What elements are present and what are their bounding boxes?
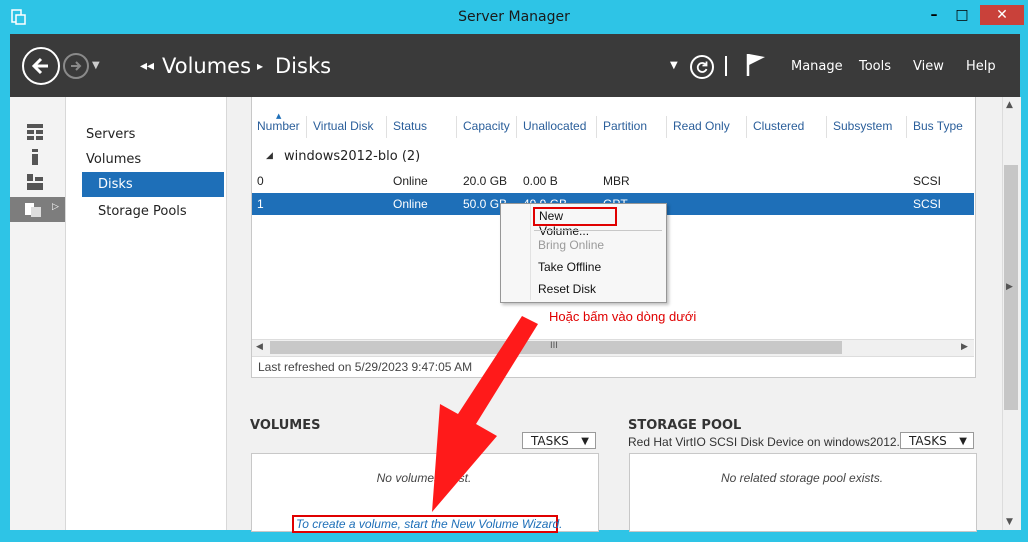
col-separator: [666, 116, 667, 138]
close-button[interactable]: ✕: [980, 5, 1024, 25]
refresh-button[interactable]: [690, 55, 714, 79]
cell-unallocated: 0.00 B: [523, 174, 558, 188]
storage-pool-title: STORAGE POOL: [628, 418, 742, 433]
menu-view[interactable]: View: [913, 59, 944, 74]
storage-pool-subtitle: Red Hat VirtIO SCSI Disk Device on windo…: [628, 435, 907, 449]
volumes-title: VOLUMES: [250, 418, 321, 433]
menu-item-take-offline[interactable]: Take Offline: [538, 260, 601, 274]
cell-number: 1: [257, 197, 264, 211]
forward-button[interactable]: [63, 53, 89, 79]
annotation-text: Hoặc bấm vào dòng dưới: [549, 309, 697, 324]
col-partition[interactable]: Partition: [603, 119, 647, 133]
col-read-only[interactable]: Read Only: [673, 119, 730, 133]
col-separator: [826, 116, 827, 138]
dashboard-icon[interactable]: [26, 123, 44, 141]
scroll-left-icon[interactable]: ◀: [256, 342, 263, 352]
cell-partition: MBR: [603, 174, 630, 188]
menu-divider: [534, 230, 662, 231]
expand-chevron-icon[interactable]: ▷: [52, 202, 59, 212]
back-button[interactable]: [22, 47, 60, 85]
col-separator: [386, 116, 387, 138]
notifications-flag-icon[interactable]: [746, 52, 768, 78]
scroll-right-icon[interactable]: ▶: [1006, 282, 1013, 292]
menu-item-bring-online[interactable]: Bring Online: [538, 238, 604, 252]
new-volume-wizard-link[interactable]: To create a volume, start the New Volume…: [292, 515, 562, 533]
col-number[interactable]: Number: [257, 119, 300, 133]
col-capacity[interactable]: Capacity: [463, 119, 510, 133]
col-separator: [516, 116, 517, 138]
all-servers-icon[interactable]: [26, 173, 44, 191]
nav-volumes[interactable]: Volumes: [82, 147, 224, 172]
volumes-empty-text: No volumes exist.: [376, 471, 472, 485]
nav-servers[interactable]: Servers: [82, 122, 224, 147]
arrow-right-icon: [71, 61, 82, 71]
last-refreshed-text: Last refreshed on 5/29/2023 9:47:05 AM: [258, 360, 473, 374]
col-status[interactable]: Status: [393, 119, 427, 133]
scroll-down-icon[interactable]: ▼: [1006, 517, 1013, 527]
storage-pool-tasks-button[interactable]: TASKS ▼: [900, 432, 974, 449]
cell-number: 0: [257, 174, 264, 188]
tasks-label: TASKS: [531, 434, 569, 448]
col-virtual-disk[interactable]: Virtual Disk: [313, 119, 373, 133]
menu-tools[interactable]: Tools: [859, 59, 891, 74]
col-clustered[interactable]: Clustered: [753, 119, 804, 133]
col-separator: [306, 116, 307, 138]
col-separator: [596, 116, 597, 138]
chevron-down-icon: ▼: [959, 436, 967, 447]
arrow-left-icon: [31, 57, 48, 75]
disk-group-label[interactable]: windows2012-blo (2): [284, 149, 420, 164]
menu-manage[interactable]: Manage: [791, 59, 843, 74]
cell-capacity: 20.0 GB: [463, 174, 508, 188]
col-subsystem[interactable]: Subsystem: [833, 119, 892, 133]
menu-help[interactable]: Help: [966, 59, 996, 74]
volumes-tasks-button[interactable]: TASKS ▼: [522, 432, 596, 449]
cell-status: Online: [393, 174, 428, 188]
breadcrumb-root-arrow[interactable]: ◂◂: [140, 58, 154, 74]
local-server-icon[interactable]: [26, 148, 44, 166]
col-separator: [746, 116, 747, 138]
cell-bus-type: SCSI: [913, 197, 942, 211]
refresh-icon: [696, 61, 708, 73]
table-row[interactable]: 0 Online 20.0 GB 0.00 B MBR SCSI: [252, 170, 974, 192]
minimize-button[interactable]: –: [920, 5, 948, 25]
cell-bus-type: SCSI: [913, 174, 942, 188]
header-dropdown-icon[interactable]: ▼: [670, 60, 678, 71]
breadcrumb-volumes[interactable]: Volumes: [162, 54, 251, 78]
col-unallocated[interactable]: Unallocated: [523, 119, 586, 133]
scroll-grip: III: [550, 341, 558, 351]
cell-status: Online: [393, 197, 428, 211]
group-collapse-icon[interactable]: ◢: [266, 151, 273, 161]
maximize-button[interactable]: □: [948, 5, 976, 25]
scroll-up-icon[interactable]: ▲: [1006, 100, 1013, 110]
menu-item-reset-disk[interactable]: Reset Disk: [538, 282, 596, 296]
col-separator: [456, 116, 457, 138]
col-bus-type[interactable]: Bus Type: [913, 119, 963, 133]
storage-pool-empty-text: No related storage pool exists.: [720, 471, 884, 485]
breadcrumb-separator: ▸: [257, 59, 264, 73]
chevron-down-icon: ▼: [581, 436, 589, 447]
history-dropdown-icon[interactable]: ▼: [92, 60, 100, 71]
nav-disks[interactable]: Disks: [82, 172, 224, 197]
menu-gutter: [530, 204, 531, 300]
nav-storage-pools[interactable]: Storage Pools: [94, 199, 236, 224]
col-separator: [906, 116, 907, 138]
header-divider: [725, 56, 727, 76]
file-storage-icon: [25, 203, 41, 217]
menu-item-new-volume[interactable]: New Volume...: [533, 207, 617, 238]
window-title: Server Manager: [458, 9, 570, 25]
tasks-label: TASKS: [909, 434, 947, 448]
storage-pool-panel: [629, 453, 977, 532]
scroll-right-icon[interactable]: ▶: [961, 342, 968, 352]
breadcrumb-disks: Disks: [275, 54, 332, 78]
